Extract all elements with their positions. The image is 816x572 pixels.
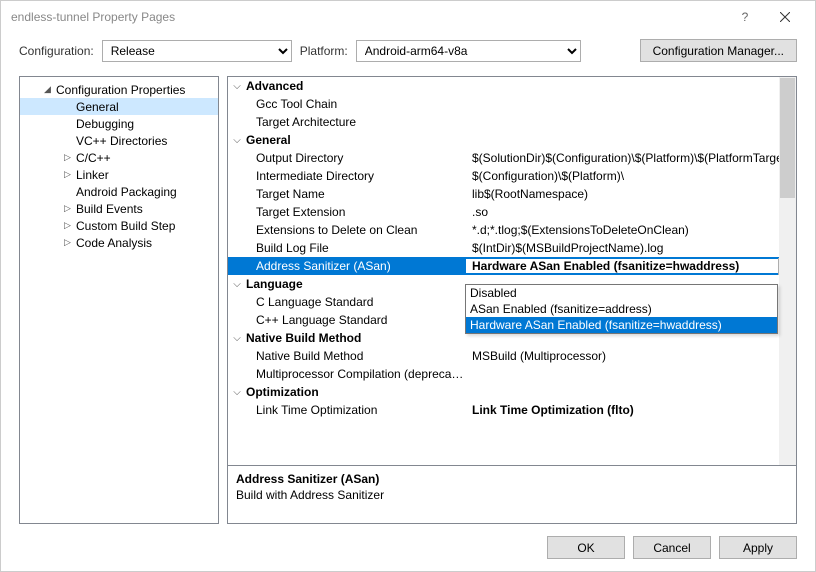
dropdown-option-asan-enabled[interactable]: ASan Enabled (fsanitize=address) (466, 301, 777, 317)
prop-link-time-optimization[interactable]: Link Time OptimizationLink Time Optimiza… (228, 401, 796, 419)
expand-icon[interactable]: ▷ (62, 152, 73, 163)
tree-item-android-packaging[interactable]: Android Packaging (20, 183, 218, 200)
configuration-label: Configuration: (19, 44, 94, 58)
expand-icon[interactable]: ▷ (62, 220, 73, 231)
collapse-icon[interactable]: ⌵ (228, 279, 246, 290)
property-grid[interactable]: ⌵Advanced Gcc Tool Chain Target Architec… (227, 76, 797, 466)
category-optimization[interactable]: ⌵Optimization (228, 383, 796, 401)
prop-multiprocessor-compilation[interactable]: Multiprocessor Compilation (deprecated) (228, 365, 796, 383)
dialog-footer: OK Cancel Apply (1, 524, 815, 571)
tree-item-general[interactable]: General (20, 98, 218, 115)
tree-item-build-events[interactable]: ▷Build Events (20, 200, 218, 217)
prop-output-directory[interactable]: Output Directory$(SolutionDir)$(Configur… (228, 149, 796, 167)
collapse-icon[interactable]: ◢ (42, 84, 53, 95)
tree-root[interactable]: ◢ Configuration Properties (20, 81, 218, 98)
collapse-icon[interactable]: ⌵ (228, 333, 246, 344)
configuration-select[interactable]: Release (102, 40, 292, 62)
vertical-scrollbar[interactable] (779, 77, 796, 465)
description-title: Address Sanitizer (ASan) (236, 472, 788, 486)
scrollbar-thumb[interactable] (780, 78, 795, 198)
dropdown-option-disabled[interactable]: Disabled (466, 285, 777, 301)
category-advanced[interactable]: ⌵Advanced (228, 77, 796, 95)
ok-button[interactable]: OK (547, 536, 625, 559)
tree-item-vcpp-directories[interactable]: VC++ Directories (20, 132, 218, 149)
svg-text:?: ? (742, 12, 749, 22)
prop-extensions-delete-clean[interactable]: Extensions to Delete on Clean*.d;*.tlog;… (228, 221, 796, 239)
tree-item-linker[interactable]: ▷Linker (20, 166, 218, 183)
expand-icon[interactable]: ▷ (62, 169, 73, 180)
description-box: Address Sanitizer (ASan) Build with Addr… (227, 466, 797, 524)
tree-item-debugging[interactable]: Debugging (20, 115, 218, 132)
tree-item-custom-build-step[interactable]: ▷Custom Build Step (20, 217, 218, 234)
cancel-button[interactable]: Cancel (633, 536, 711, 559)
prop-target-extension[interactable]: Target Extension.so (228, 203, 796, 221)
platform-label: Platform: (300, 44, 348, 58)
toolbar: Configuration: Release Platform: Android… (1, 33, 815, 76)
titlebar: endless-tunnel Property Pages ? (1, 1, 815, 33)
expand-icon[interactable]: ▷ (62, 237, 73, 248)
dialog-window: endless-tunnel Property Pages ? Configur… (0, 0, 816, 572)
tree-item-c-cpp[interactable]: ▷C/C++ (20, 149, 218, 166)
collapse-icon[interactable]: ⌵ (228, 135, 246, 146)
close-button[interactable] (765, 1, 805, 33)
apply-button[interactable]: Apply (719, 536, 797, 559)
prop-native-build-method[interactable]: Native Build MethodMSBuild (Multiprocess… (228, 347, 796, 365)
platform-select[interactable]: Android-arm64-v8a (356, 40, 581, 62)
prop-target-name[interactable]: Target Namelib$(RootNamespace) (228, 185, 796, 203)
tree-pane[interactable]: ◢ Configuration Properties General Debug… (19, 76, 219, 524)
collapse-icon[interactable]: ⌵ (228, 81, 246, 92)
prop-gcc-toolchain[interactable]: Gcc Tool Chain (228, 95, 796, 113)
configuration-manager-button[interactable]: Configuration Manager... (640, 39, 797, 62)
window-title: endless-tunnel Property Pages (11, 10, 725, 24)
expand-icon[interactable]: ▷ (62, 203, 73, 214)
description-text: Build with Address Sanitizer (236, 488, 788, 502)
collapse-icon[interactable]: ⌵ (228, 387, 246, 398)
prop-address-sanitizer[interactable]: Address Sanitizer (ASan) Hardware ASan E… (228, 257, 796, 275)
help-button[interactable]: ? (725, 1, 765, 33)
prop-build-log-file[interactable]: Build Log File$(IntDir)$(MSBuildProjectN… (228, 239, 796, 257)
prop-target-architecture[interactable]: Target Architecture (228, 113, 796, 131)
dropdown-option-hwasan-enabled[interactable]: Hardware ASan Enabled (fsanitize=hwaddre… (466, 317, 777, 333)
property-grid-pane: ⌵Advanced Gcc Tool Chain Target Architec… (227, 76, 797, 524)
category-general[interactable]: ⌵General (228, 131, 796, 149)
tree-item-code-analysis[interactable]: ▷Code Analysis (20, 234, 218, 251)
prop-intermediate-directory[interactable]: Intermediate Directory$(Configuration)\$… (228, 167, 796, 185)
asan-dropdown-list[interactable]: Disabled ASan Enabled (fsanitize=address… (465, 284, 778, 334)
